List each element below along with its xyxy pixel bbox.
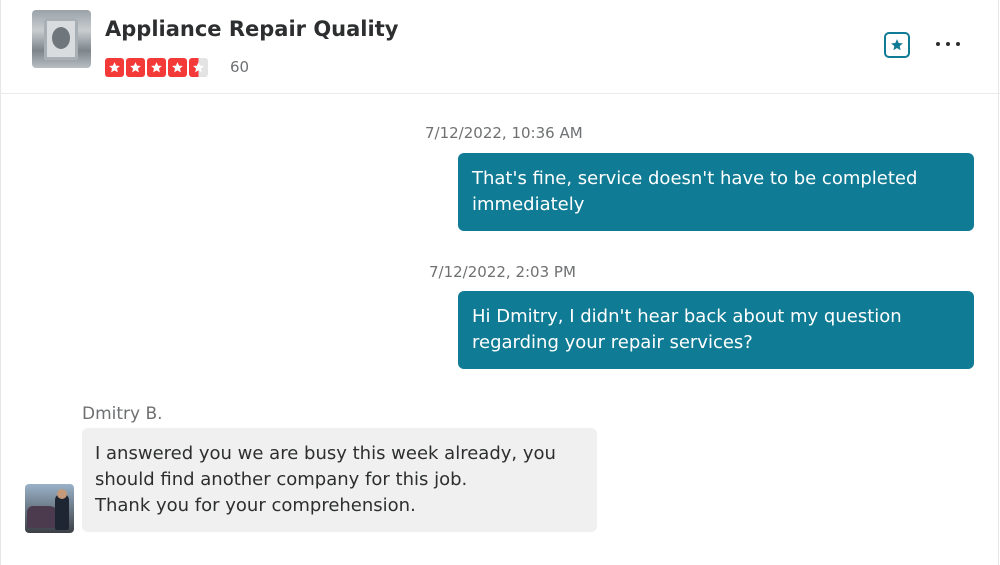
more-dot [956,42,960,46]
business-name[interactable]: Appliance Repair Quality [105,17,398,41]
star-icon [147,58,166,77]
photo-drum-detail [52,27,70,49]
message-timestamp: 7/12/2022, 2:03 PM [429,263,576,281]
more-dot [946,42,950,46]
sender-name: Dmitry B. [82,404,163,424]
outgoing-message-bubble[interactable]: That's fine, service doesn't have to be … [458,153,974,231]
star-icon [891,39,903,51]
more-horizontal-icon [936,42,940,46]
star-icon [105,58,124,77]
conversation-header: Appliance Repair Quality 60 [0,0,1000,94]
half-star-icon [189,58,208,77]
incoming-message-bubble[interactable]: I answered you we are busy this week alr… [82,428,597,532]
review-count: 60 [230,58,250,76]
business-photo[interactable] [32,10,91,68]
message-timestamp: 7/12/2022, 10:36 AM [425,124,583,142]
bookmark-button[interactable] [884,32,910,58]
star-rating [105,58,208,77]
outgoing-message-bubble[interactable]: Hi Dmitry, I didn't hear back about my q… [458,291,974,369]
avatar-head-detail [57,489,67,499]
avatar[interactable] [25,484,74,533]
avatar-person-detail [55,494,69,530]
more-options-button[interactable] [936,34,966,54]
star-icon [168,58,187,77]
star-icon [126,58,145,77]
